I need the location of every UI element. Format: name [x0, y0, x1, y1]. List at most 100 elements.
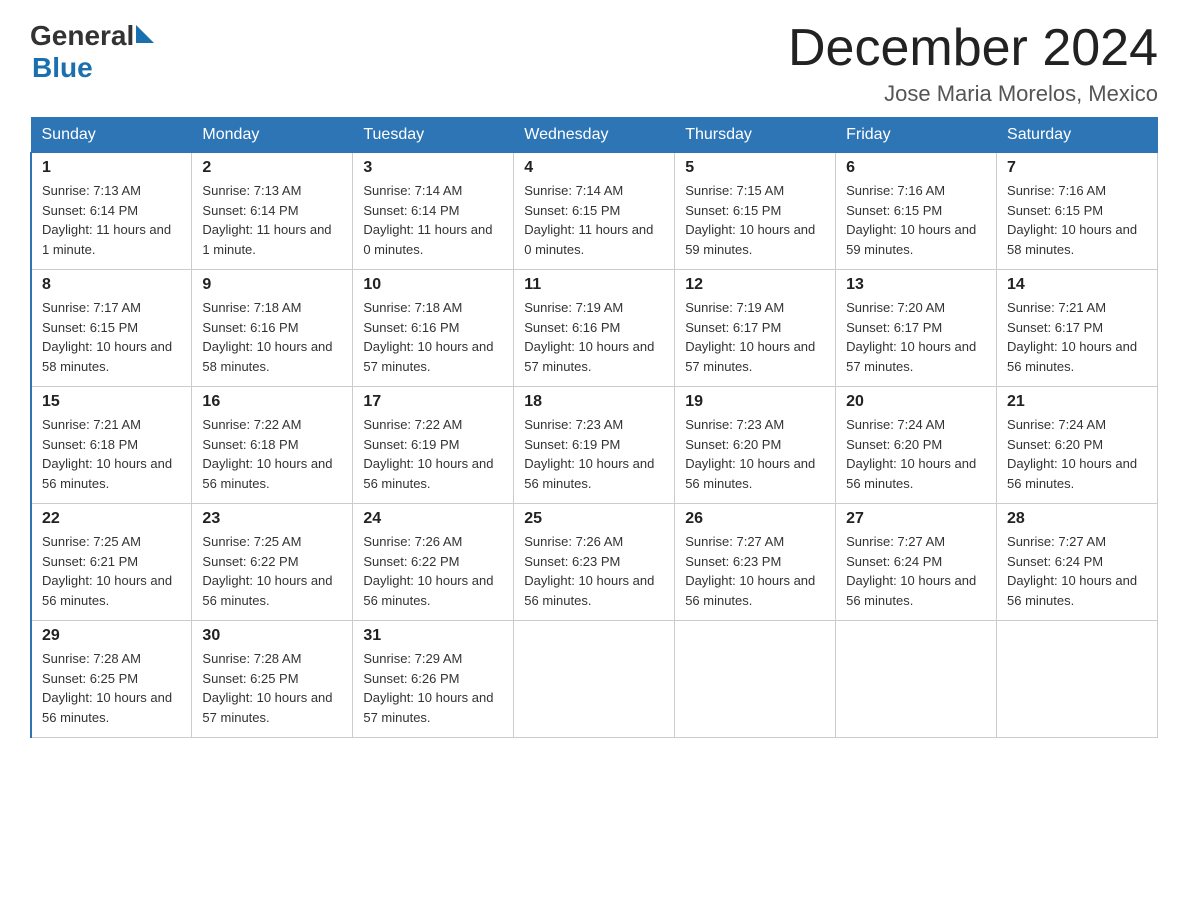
day-number: 15: [42, 393, 181, 411]
calendar-cell: 30Sunrise: 7:28 AMSunset: 6:25 PMDayligh…: [192, 621, 353, 738]
day-number: 12: [685, 276, 825, 294]
month-title: December 2024: [788, 20, 1158, 77]
day-number: 31: [363, 627, 503, 645]
day-number: 23: [202, 510, 342, 528]
day-number: 13: [846, 276, 986, 294]
day-info: Sunrise: 7:19 AMSunset: 6:16 PMDaylight:…: [524, 298, 664, 376]
day-number: 19: [685, 393, 825, 411]
week-row-3: 15 Sunrise: 7:21 AMSunset: 6:18 PMDayligh…: [31, 387, 1158, 504]
day-number: 3: [363, 159, 503, 177]
calendar-table: SundayMondayTuesdayWednesdayThursdayFrid…: [30, 117, 1158, 738]
day-number: 28: [1007, 510, 1147, 528]
calendar-cell: [836, 621, 997, 738]
day-number: 6: [846, 159, 986, 177]
column-header-friday: Friday: [836, 118, 997, 153]
day-info: Sunrise: 7:28 AMSunset: 6:25 PMDaylight:…: [42, 649, 181, 727]
day-info: Sunrise: 7:27 AMSunset: 6:23 PMDaylight:…: [685, 532, 825, 610]
day-info: Sunrise: 7:27 AMSunset: 6:24 PMDaylight:…: [846, 532, 986, 610]
day-number: 10: [363, 276, 503, 294]
calendar-cell: 24 Sunrise: 7:26 AMSunset: 6:22 PMDayligh…: [353, 504, 514, 621]
day-number: 24: [363, 510, 503, 528]
calendar-cell: 15 Sunrise: 7:21 AMSunset: 6:18 PMDayligh…: [31, 387, 192, 504]
day-number: 8: [42, 276, 181, 294]
day-info: Sunrise: 7:14 AMSunset: 6:15 PMDaylight:…: [524, 181, 664, 259]
day-info: Sunrise: 7:21 AMSunset: 6:18 PMDaylight:…: [42, 415, 181, 493]
calendar-cell: 27 Sunrise: 7:27 AMSunset: 6:24 PMDayligh…: [836, 504, 997, 621]
week-row-4: 22 Sunrise: 7:25 AMSunset: 6:21 PMDayligh…: [31, 504, 1158, 621]
day-number: 4: [524, 159, 664, 177]
day-info: Sunrise: 7:23 AMSunset: 6:19 PMDaylight:…: [524, 415, 664, 493]
calendar-cell: 1 Sunrise: 7:13 AMSunset: 6:14 PMDaylight…: [31, 153, 192, 270]
calendar-cell: 9Sunrise: 7:18 AMSunset: 6:16 PMDaylight…: [192, 270, 353, 387]
calendar-header-row: SundayMondayTuesdayWednesdayThursdayFrid…: [31, 118, 1158, 153]
column-header-tuesday: Tuesday: [353, 118, 514, 153]
day-info: Sunrise: 7:27 AMSunset: 6:24 PMDaylight:…: [1007, 532, 1147, 610]
day-info: Sunrise: 7:25 AMSunset: 6:21 PMDaylight:…: [42, 532, 181, 610]
calendar-cell: 28 Sunrise: 7:27 AMSunset: 6:24 PMDayligh…: [997, 504, 1158, 621]
calendar-cell: 16 Sunrise: 7:22 AMSunset: 6:18 PMDayligh…: [192, 387, 353, 504]
day-info: Sunrise: 7:16 AMSunset: 6:15 PMDaylight:…: [846, 181, 986, 259]
location-title: Jose Maria Morelos, Mexico: [788, 81, 1158, 107]
calendar-cell: 25 Sunrise: 7:26 AMSunset: 6:23 PMDayligh…: [514, 504, 675, 621]
calendar-cell: 12 Sunrise: 7:19 AMSunset: 6:17 PMDayligh…: [675, 270, 836, 387]
day-info: Sunrise: 7:28 AMSunset: 6:25 PMDaylight:…: [202, 649, 342, 727]
column-header-sunday: Sunday: [31, 118, 192, 153]
day-number: 1: [42, 159, 181, 177]
day-info: Sunrise: 7:26 AMSunset: 6:23 PMDaylight:…: [524, 532, 664, 610]
day-number: 20: [846, 393, 986, 411]
calendar-cell: 23 Sunrise: 7:25 AMSunset: 6:22 PMDayligh…: [192, 504, 353, 621]
day-info: Sunrise: 7:24 AMSunset: 6:20 PMDaylight:…: [1007, 415, 1147, 493]
day-number: 26: [685, 510, 825, 528]
day-info: Sunrise: 7:18 AMSunset: 6:16 PMDaylight:…: [202, 298, 342, 376]
day-info: Sunrise: 7:21 AMSunset: 6:17 PMDaylight:…: [1007, 298, 1147, 376]
day-number: 18: [524, 393, 664, 411]
logo-general: General: [30, 20, 134, 52]
calendar-cell: 6 Sunrise: 7:16 AMSunset: 6:15 PMDaylight…: [836, 153, 997, 270]
logo-triangle-icon: [136, 25, 154, 43]
page-header: General Blue December 2024 Jose Maria Mo…: [30, 20, 1158, 107]
calendar-cell: [514, 621, 675, 738]
calendar-cell: 17 Sunrise: 7:22 AMSunset: 6:19 PMDayligh…: [353, 387, 514, 504]
calendar-cell: 13 Sunrise: 7:20 AMSunset: 6:17 PMDayligh…: [836, 270, 997, 387]
day-number: 5: [685, 159, 825, 177]
day-number: 27: [846, 510, 986, 528]
day-info: Sunrise: 7:17 AMSunset: 6:15 PMDaylight:…: [42, 298, 181, 376]
day-info: Sunrise: 7:19 AMSunset: 6:17 PMDaylight:…: [685, 298, 825, 376]
day-info: Sunrise: 7:14 AMSunset: 6:14 PMDaylight:…: [363, 181, 503, 259]
day-number: 11: [524, 276, 664, 294]
week-row-2: 8 Sunrise: 7:17 AMSunset: 6:15 PMDaylight…: [31, 270, 1158, 387]
calendar-cell: 3 Sunrise: 7:14 AMSunset: 6:14 PMDaylight…: [353, 153, 514, 270]
calendar-cell: 29 Sunrise: 7:28 AMSunset: 6:25 PMDayligh…: [31, 621, 192, 738]
day-number: 16: [202, 393, 342, 411]
column-header-saturday: Saturday: [997, 118, 1158, 153]
day-info: Sunrise: 7:13 AMSunset: 6:14 PMDaylight:…: [202, 181, 342, 259]
calendar-cell: 2Sunrise: 7:13 AMSunset: 6:14 PMDaylight…: [192, 153, 353, 270]
day-info: Sunrise: 7:26 AMSunset: 6:22 PMDaylight:…: [363, 532, 503, 610]
day-info: Sunrise: 7:29 AMSunset: 6:26 PMDaylight:…: [363, 649, 503, 727]
logo: General Blue: [30, 20, 154, 84]
calendar-cell: [997, 621, 1158, 738]
day-number: 17: [363, 393, 503, 411]
calendar-cell: 10Sunrise: 7:18 AMSunset: 6:16 PMDayligh…: [353, 270, 514, 387]
calendar-cell: 7Sunrise: 7:16 AMSunset: 6:15 PMDaylight…: [997, 153, 1158, 270]
day-info: Sunrise: 7:23 AMSunset: 6:20 PMDaylight:…: [685, 415, 825, 493]
day-number: 21: [1007, 393, 1147, 411]
week-row-1: 1 Sunrise: 7:13 AMSunset: 6:14 PMDaylight…: [31, 153, 1158, 270]
title-block: December 2024 Jose Maria Morelos, Mexico: [788, 20, 1158, 107]
calendar-cell: 31 Sunrise: 7:29 AMSunset: 6:26 PMDayligh…: [353, 621, 514, 738]
day-info: Sunrise: 7:20 AMSunset: 6:17 PMDaylight:…: [846, 298, 986, 376]
day-info: Sunrise: 7:13 AMSunset: 6:14 PMDaylight:…: [42, 181, 181, 259]
calendar-cell: 26 Sunrise: 7:27 AMSunset: 6:23 PMDayligh…: [675, 504, 836, 621]
calendar-cell: 8 Sunrise: 7:17 AMSunset: 6:15 PMDaylight…: [31, 270, 192, 387]
day-number: 29: [42, 627, 181, 645]
calendar-cell: 14Sunrise: 7:21 AMSunset: 6:17 PMDayligh…: [997, 270, 1158, 387]
day-info: Sunrise: 7:15 AMSunset: 6:15 PMDaylight:…: [685, 181, 825, 259]
day-number: 22: [42, 510, 181, 528]
column-header-wednesday: Wednesday: [514, 118, 675, 153]
calendar-cell: [675, 621, 836, 738]
calendar-cell: 20Sunrise: 7:24 AMSunset: 6:20 PMDayligh…: [836, 387, 997, 504]
day-number: 25: [524, 510, 664, 528]
day-info: Sunrise: 7:25 AMSunset: 6:22 PMDaylight:…: [202, 532, 342, 610]
day-info: Sunrise: 7:22 AMSunset: 6:19 PMDaylight:…: [363, 415, 503, 493]
day-info: Sunrise: 7:22 AMSunset: 6:18 PMDaylight:…: [202, 415, 342, 493]
